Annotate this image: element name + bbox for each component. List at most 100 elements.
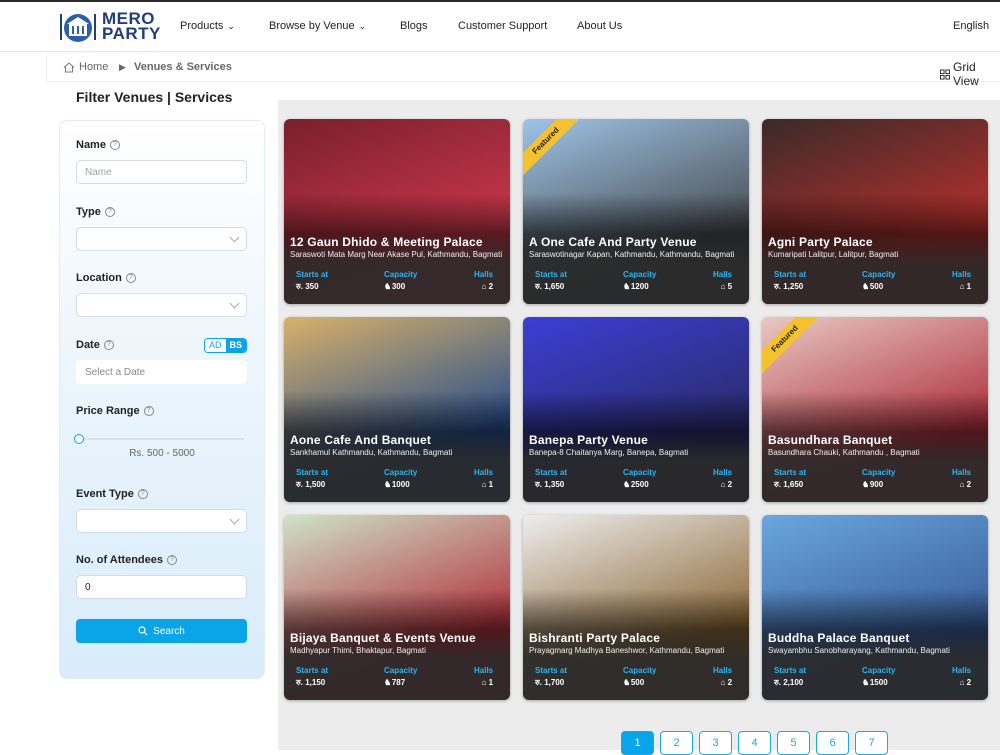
venue-address: Prayagmarg Madhya Baneshwor, Kathmandu, …	[529, 646, 725, 655]
capacity-value: 1500	[869, 678, 888, 687]
venue-card[interactable]: Banepa Party Venue Banepa-8 Chaitanya Ma…	[523, 317, 749, 502]
venue-name: Buddha Palace Banquet	[768, 631, 910, 645]
home-icon: ⌂	[720, 282, 726, 291]
filter-title: Filter Venues | Services	[76, 89, 233, 105]
language-selector[interactable]: English	[953, 20, 989, 32]
home-icon: ⌂	[959, 480, 965, 489]
page-button[interactable]: 2	[660, 731, 693, 755]
halls-label: Halls	[713, 468, 733, 477]
capacity-row: ♞ 2500	[623, 479, 656, 491]
starts-at-label: Starts at	[296, 270, 329, 279]
venue-card[interactable]: Agni Party Palace Kumaripati Lalitpur, L…	[762, 119, 988, 304]
venue-name: Banepa Party Venue	[529, 433, 648, 447]
capacity-value: 300	[391, 282, 406, 291]
help-icon[interactable]: ?	[137, 489, 148, 499]
page-button[interactable]: 7	[855, 731, 888, 755]
grid-view-toggle[interactable]: Grid View	[940, 60, 1000, 88]
price-value: रु. 1,700	[535, 678, 565, 687]
halls-label: Halls	[952, 468, 972, 477]
help-icon[interactable]: ?	[167, 555, 177, 565]
name-input[interactable]: Name	[76, 160, 247, 184]
page-button[interactable]: 6	[816, 731, 849, 755]
venue-address: Basundhara Chauki, Kathmandu , Bagmati	[768, 448, 920, 457]
price-slider-track[interactable]	[79, 438, 244, 440]
price-value: रु. 2,100	[774, 678, 804, 687]
people-icon: ♞	[384, 282, 392, 291]
venue-card[interactable]: 12 Gaun Dhido & Meeting Palace Saraswoti…	[284, 119, 510, 304]
date-input[interactable]: Select a Date	[76, 360, 247, 384]
starts-at-label: Starts at	[535, 666, 568, 675]
help-icon[interactable]: ?	[109, 140, 120, 150]
help-icon[interactable]: ?	[125, 273, 136, 283]
breadcrumb-home[interactable]: Home	[63, 61, 108, 73]
capacity-row: ♞ 1000	[384, 479, 417, 491]
page-button[interactable]: 4	[738, 731, 771, 755]
venue-address: Saraswotinagar Kapan, Kathmandu, Kathman…	[529, 250, 735, 259]
venue-address: Swayambhu Sanobharayang, Kathmandu, Bagm…	[768, 646, 950, 655]
capacity-label: Capacity	[862, 468, 896, 477]
attendees-input[interactable]: 0	[76, 575, 247, 599]
capacity-value: 500	[869, 282, 884, 291]
venue-card[interactable]: Featured Basundhara Banquet Basundhara C…	[762, 317, 988, 502]
capacity-label: Capacity	[384, 666, 418, 675]
venue-card[interactable]: Bishranti Party Palace Prayagmarg Madhya…	[523, 515, 749, 700]
venue-halls: Halls ⌂ 5	[713, 269, 732, 293]
capacity-label: Capacity	[384, 270, 418, 279]
venue-capacity: Capacity ♞ 1000	[384, 467, 417, 491]
halls-value: 2	[727, 678, 733, 687]
search-button[interactable]: Search	[76, 619, 247, 643]
help-icon[interactable]: ?	[143, 406, 154, 416]
nav-blogs[interactable]: Blogs	[400, 20, 428, 32]
type-select[interactable]	[76, 227, 247, 251]
nav-customer-support[interactable]: Customer Support	[458, 20, 547, 32]
halls-value: 5	[727, 282, 733, 291]
calendar-toggle[interactable]: AD BS	[204, 338, 247, 353]
halls-label: Halls	[952, 666, 972, 675]
nav-browse-by-venue[interactable]: Browse by Venue ⌄	[269, 20, 366, 32]
capacity-value: 500	[630, 678, 645, 687]
mero-party-logo[interactable]: MERO PARTY	[58, 8, 161, 44]
venue-capacity: Capacity ♞ 300	[384, 269, 417, 293]
capacity-label: Capacity	[862, 666, 896, 675]
people-icon: ♞	[623, 480, 631, 489]
page-button[interactable]: 1	[621, 731, 654, 755]
venue-price: Starts at रु. 1,350	[535, 467, 567, 491]
venue-price: Starts at रु. 1,500	[296, 467, 328, 491]
venue-card[interactable]: Bijaya Banquet & Events Venue Madhyapur …	[284, 515, 510, 700]
name-label-text: Name	[76, 139, 106, 151]
price-slider-handle[interactable]	[74, 434, 84, 444]
price-value: रु. 1,250	[774, 282, 804, 291]
page-button[interactable]: 5	[777, 731, 810, 755]
capacity-row: ♞ 900	[862, 479, 895, 491]
halls-row: ⌂ 2	[474, 281, 494, 293]
venue-name: 12 Gaun Dhido & Meeting Palace	[290, 235, 483, 249]
nav-support-label: Customer Support	[458, 20, 548, 32]
event-type-label-text: Event Type	[76, 488, 134, 500]
nav-about-us[interactable]: About Us	[577, 20, 622, 32]
venue-card[interactable]: Buddha Palace Banquet Swayambhu Sanobhar…	[762, 515, 988, 700]
attendees-label-text: No. of Attendees	[76, 554, 163, 566]
chevron-down-icon: ⌄	[227, 20, 235, 31]
nav-products[interactable]: Products ⌄	[180, 20, 235, 32]
starts-at-label: Starts at	[296, 468, 329, 477]
halls-label: Halls	[713, 270, 733, 279]
bs-option[interactable]: BS	[225, 339, 246, 352]
search-icon	[138, 626, 148, 636]
page-button[interactable]: 3	[699, 731, 732, 755]
venue-capacity: Capacity ♞ 787	[384, 665, 417, 689]
help-icon[interactable]: ?	[103, 340, 114, 350]
ad-option[interactable]: AD	[205, 339, 226, 352]
home-icon: ⌂	[959, 678, 965, 687]
help-icon[interactable]: ?	[104, 207, 115, 217]
logo-line-2: PARTY	[102, 24, 161, 43]
venue-card[interactable]: Featured A One Cafe And Party Venue Sara…	[523, 119, 749, 304]
venue-address: Kumaripati Lalitpur, Lalitpur, Bagmati	[768, 250, 899, 259]
event-type-select[interactable]	[76, 509, 247, 533]
date-label: Date?	[76, 339, 114, 351]
home-icon: ⌂	[481, 282, 487, 291]
price-value: रु. 1,350	[535, 480, 565, 489]
halls-row: ⌂ 1	[952, 281, 972, 293]
venue-card[interactable]: Aone Cafe And Banquet Sankhamul Kathmand…	[284, 317, 510, 502]
venue-capacity: Capacity ♞ 500	[862, 269, 895, 293]
location-select[interactable]	[76, 293, 247, 317]
